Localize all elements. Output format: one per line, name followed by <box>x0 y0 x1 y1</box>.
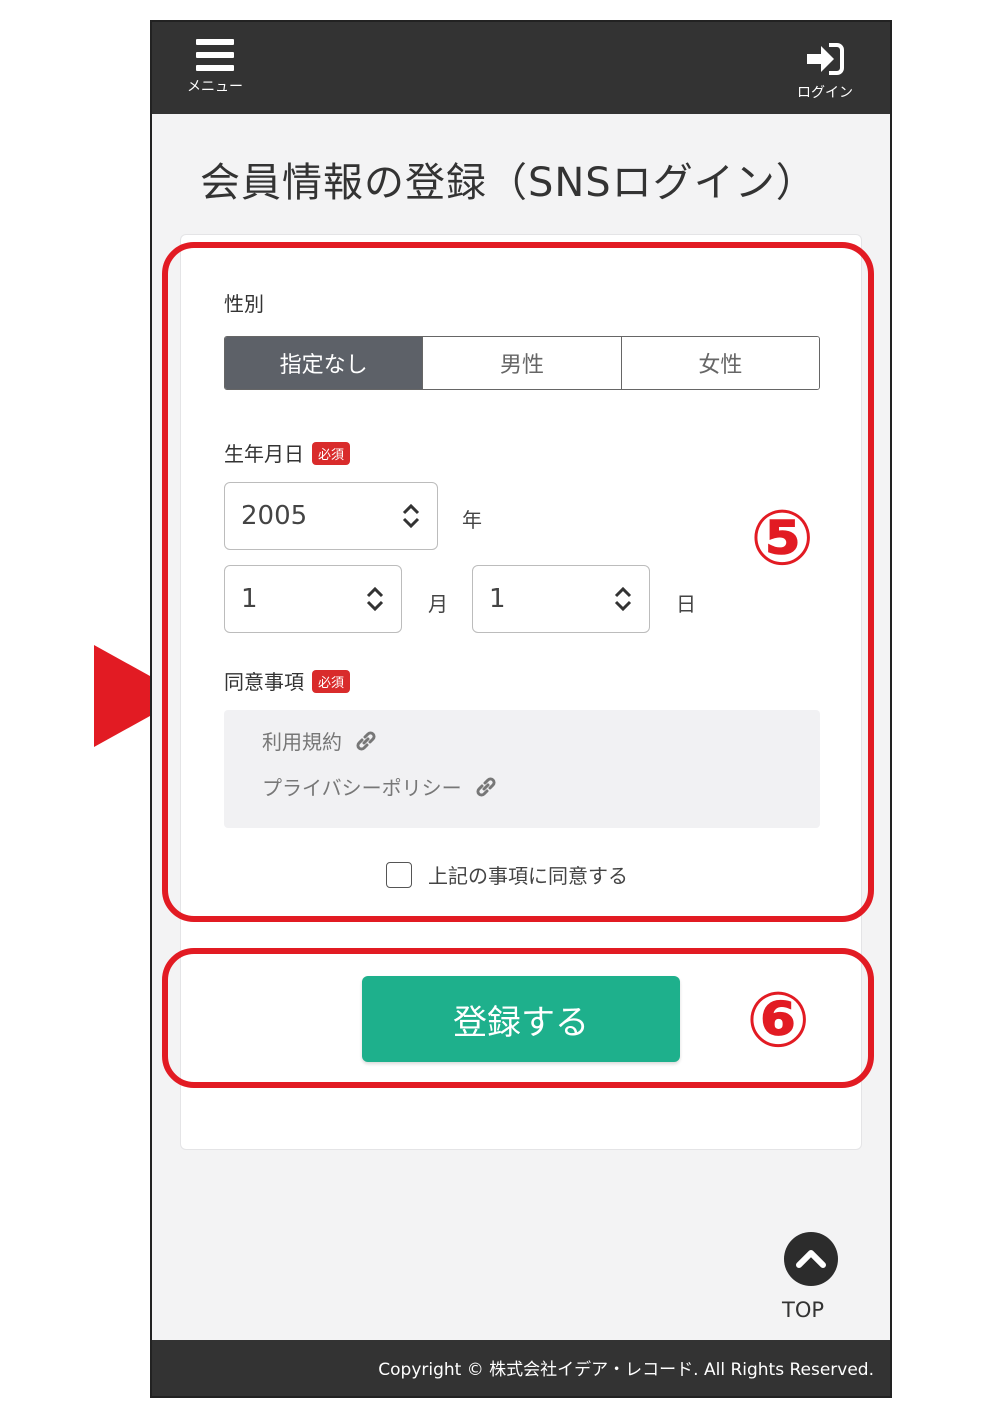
annotation-marker-6: ⑥ <box>746 975 811 1064</box>
annotation-box-5 <box>162 242 874 922</box>
app-header: メニュー ログイン <box>152 22 890 114</box>
menu-button[interactable]: メニュー <box>180 38 250 96</box>
menu-label: メニュー <box>187 79 243 95</box>
chevron-up-icon <box>796 1250 826 1268</box>
page-title: 会員情報の登録（SNSログイン） <box>200 160 817 206</box>
mobile-screen: メニュー ログイン 会員情報の登録（SNSログイン） 性別 指定なし 男性 女性… <box>150 20 892 1398</box>
back-to-top-button[interactable] <box>784 1232 838 1286</box>
sign-in-icon <box>807 43 844 75</box>
back-to-top-label: TOP <box>782 1298 825 1322</box>
footer: Copyright © 株式会社イデア・レコード. All Rights Res… <box>152 1340 890 1396</box>
login-button[interactable]: ログイン <box>780 42 870 102</box>
copyright-text: Copyright © 株式会社イデア・レコード. All Rights Res… <box>378 1360 874 1380</box>
login-label: ログイン <box>797 85 853 101</box>
annotation-marker-5: ⑤ <box>750 493 815 582</box>
hamburger-icon <box>196 39 234 71</box>
